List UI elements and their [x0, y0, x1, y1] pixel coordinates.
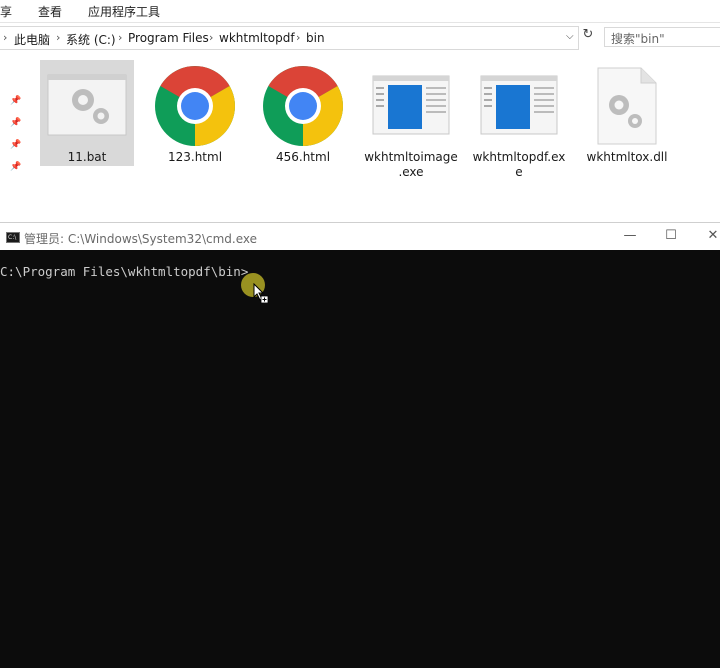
- file-item-wkhtmltopdf-exe[interactable]: wkhtmltopdf.ex e: [472, 60, 566, 180]
- search-input[interactable]: 搜索"bin": [604, 27, 720, 47]
- tab-view[interactable]: 查看: [38, 3, 62, 20]
- chevron-right-icon: ›: [118, 31, 123, 44]
- dll-gear-icon: [597, 67, 657, 145]
- breadcrumb-bin[interactable]: bin: [306, 31, 325, 45]
- breadcrumb-wkhtmltopdf[interactable]: wkhtmltopdf: [219, 31, 295, 45]
- file-name: 11.bat: [67, 150, 107, 164]
- bat-gear-icon: [47, 74, 127, 136]
- mouse-pointer-icon: [253, 283, 269, 303]
- file-name: wkhtmltox.dll: [586, 150, 668, 164]
- tab-share[interactable]: 共享: [0, 3, 12, 20]
- pin-icon[interactable]: 📌: [10, 118, 21, 128]
- chevron-right-icon: ›: [296, 31, 301, 44]
- file-name-line-1: wkhtmltoimage: [364, 150, 458, 164]
- chevron-right-icon: ›: [209, 31, 214, 44]
- pin-icon[interactable]: 📌: [10, 140, 21, 150]
- chevron-down-icon[interactable]: ⌵: [566, 31, 574, 42]
- file-item-wkhtmltox-dll[interactable]: wkhtmltox.dll: [580, 60, 674, 166]
- cmd-icon: C:\: [6, 232, 20, 243]
- cmd-console[interactable]: C:\Program Files\wkhtmltopdf\bin>: [0, 250, 720, 668]
- file-name-line-2: e: [515, 165, 523, 179]
- exe-window-icon: [372, 75, 450, 135]
- pin-icon[interactable]: 📌: [10, 162, 21, 172]
- file-name-line-1: wkhtmltopdf.ex: [472, 150, 566, 164]
- cmd-title-bar[interactable]: C:\ 管理员: C:\Windows\System32\cmd.exe — ☐…: [0, 222, 720, 251]
- file-item-11-bat[interactable]: 11.bat: [40, 60, 134, 166]
- chrome-icon: [155, 66, 235, 146]
- ribbon-tabs: 共享 查看 应用程序工具: [0, 0, 720, 23]
- close-button[interactable]: ✕: [703, 228, 720, 246]
- file-item-456-html[interactable]: 456.html: [256, 60, 350, 166]
- exe-window-icon: [480, 75, 558, 135]
- file-item-wkhtmltoimage-exe[interactable]: wkhtmltoimage .exe: [364, 60, 458, 180]
- chevron-right-icon: ›: [3, 31, 8, 44]
- maximize-button[interactable]: ☐: [661, 228, 681, 246]
- breadcrumb-system-c[interactable]: 系统 (C:): [66, 31, 116, 48]
- breadcrumb-this-pc[interactable]: 此电脑: [14, 31, 50, 48]
- cmd-prompt: C:\Program Files\wkhtmltopdf\bin>: [0, 264, 249, 279]
- breadcrumb-program-files[interactable]: Program Files: [128, 31, 209, 45]
- file-name: 456.html: [275, 150, 331, 164]
- cmd-window-title: 管理员: C:\Windows\System32\cmd.exe: [24, 232, 257, 246]
- pin-icon[interactable]: 📌: [10, 96, 21, 106]
- address-bar[interactable]: › 此电脑 › 系统 (C:) › Program Files › wkhtml…: [0, 26, 579, 50]
- file-name-line-2: .exe: [398, 165, 424, 179]
- file-item-123-html[interactable]: 123.html: [148, 60, 242, 166]
- file-name: 123.html: [167, 150, 223, 164]
- chevron-right-icon: ›: [56, 31, 61, 44]
- tab-app-tools[interactable]: 应用程序工具: [88, 3, 160, 20]
- chrome-icon: [263, 66, 343, 146]
- refresh-icon[interactable]: ↻: [580, 27, 596, 45]
- minimize-button[interactable]: —: [620, 228, 640, 246]
